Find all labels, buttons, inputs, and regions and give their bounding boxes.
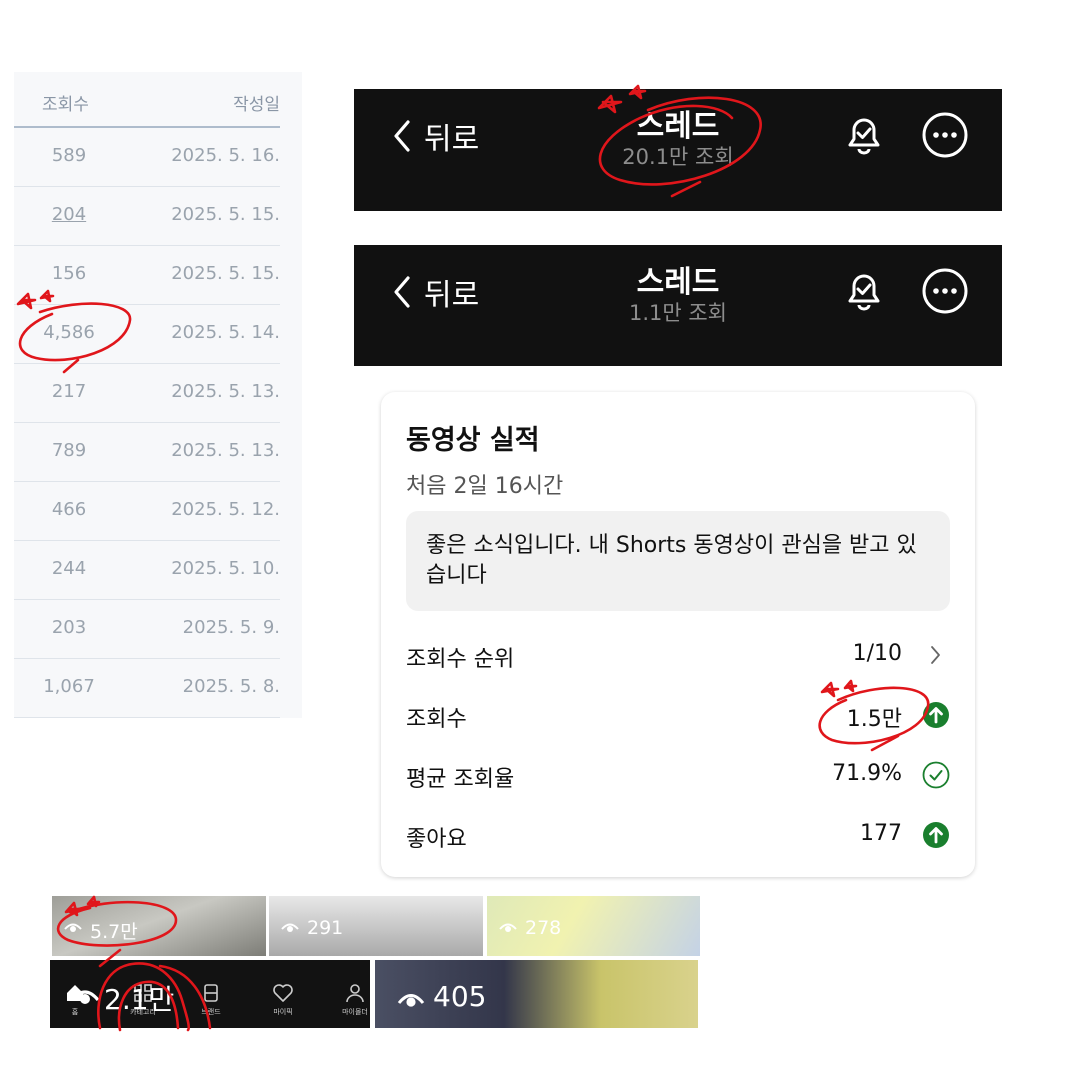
metric-label: 좋아요	[406, 827, 467, 852]
brand-icon	[204, 984, 218, 1002]
video-thumbnail[interactable]: 278	[487, 896, 700, 956]
header-view-count: 20.1만 조회	[622, 145, 734, 169]
view-count: 5.7만	[90, 921, 138, 943]
view-count: 291	[307, 917, 344, 939]
eye-icon	[499, 923, 517, 932]
date-column-header: 작성일	[233, 95, 280, 115]
thread-header-bar: 뒤로 스레드 1.1만 조회	[354, 245, 1002, 366]
date-cell: 2025. 5. 10.	[171, 558, 280, 579]
notice-box: 좋은 소식입니다. 내 Shorts 동영상이 관심을 받고 있습니다	[406, 511, 950, 611]
view-count: 278	[525, 917, 562, 939]
arrow-up-circle-icon	[923, 822, 949, 848]
header-view-count: 1.1만 조회	[628, 301, 728, 325]
thread-header-bar: 뒤로 스레드 20.1만 조회	[354, 89, 1002, 211]
heart-icon	[273, 984, 293, 1002]
metric-value: 71.9%	[832, 761, 902, 786]
chevron-right-icon	[931, 646, 940, 664]
views-cell: 1,067	[43, 676, 95, 697]
views-cell: 466	[51, 499, 87, 520]
date-cell: 2025. 5. 15.	[171, 263, 280, 284]
bell-check-icon[interactable]	[842, 269, 886, 313]
views-cell: 244	[51, 558, 87, 579]
header-title: 스레드	[636, 109, 720, 144]
metric-value: 1/10	[852, 641, 902, 666]
metric-label: 조회수	[406, 707, 467, 732]
view-count: 2.1만	[104, 983, 175, 1016]
metric-row-likes: 좋아요 177	[406, 815, 950, 855]
metric-label: 조회수 순위	[406, 647, 515, 672]
video-thumbnail[interactable]: 291	[269, 896, 483, 956]
table-row: 217 2025. 5. 13.	[14, 364, 280, 423]
metric-row-view-rank[interactable]: 조회수 순위 1/10	[406, 635, 950, 675]
header-title: 스레드	[636, 265, 720, 300]
table-row: 203 2025. 5. 9.	[14, 600, 280, 659]
table-row: 244 2025. 5. 10.	[14, 541, 280, 600]
metric-row-views: 조회수 1.5만	[406, 695, 950, 735]
metric-value: 1.5만	[846, 707, 902, 732]
eye-icon	[64, 923, 82, 932]
table-row: 1,067 2025. 5. 8.	[14, 659, 280, 718]
views-cell: 156	[51, 263, 87, 284]
person-icon	[346, 984, 364, 1003]
eye-icon	[70, 990, 100, 1004]
date-cell: 2025. 5. 14.	[171, 322, 280, 343]
date-cell: 2025. 5. 15.	[171, 204, 280, 225]
video-thumbnail[interactable]: 405	[375, 960, 698, 1028]
date-cell: 2025. 5. 9.	[182, 617, 280, 638]
table-header: 조회수 작성일	[14, 72, 280, 128]
view-count: 405	[433, 980, 487, 1013]
metric-row-avg-view-rate: 평균 조회율 71.9%	[406, 755, 950, 795]
table-row: 204 2025. 5. 15.	[14, 187, 280, 246]
date-cell: 2025. 5. 13.	[171, 440, 280, 461]
video-thumbnail[interactable]: 홈 카테고리 브랜드 마이픽 마이몰더 2.1만	[50, 960, 370, 1028]
more-options-icon[interactable]	[921, 111, 969, 159]
table-row: 789 2025. 5. 13.	[14, 423, 280, 482]
metric-label: 평균 조회율	[406, 767, 515, 792]
eye-icon	[281, 923, 299, 932]
views-cell: 203	[51, 617, 87, 638]
notice-text: 좋은 소식입니다. 내 Shorts 동영상이 관심을 받고 있습니다	[426, 533, 917, 588]
nav-item-mymall[interactable]: 마이몰더	[330, 982, 370, 1017]
check-circle-icon	[922, 761, 950, 789]
table-row: 589 2025. 5. 16.	[14, 128, 280, 187]
views-column-header: 조회수	[42, 95, 89, 115]
bell-check-icon[interactable]	[842, 113, 886, 157]
more-options-icon[interactable]	[921, 267, 969, 315]
nav-label: 마이몰더	[342, 1008, 368, 1016]
metric-value: 177	[860, 821, 902, 846]
views-cell: 4,586	[43, 322, 95, 343]
nav-label: 마이픽	[273, 1008, 293, 1016]
views-cell: 217	[51, 381, 87, 402]
nav-item-brand[interactable]: 브랜드	[186, 982, 236, 1017]
video-thumbnail[interactable]: 5.7만	[52, 896, 266, 956]
table-row: 156 2025. 5. 15.	[14, 246, 280, 305]
table-row: 466 2025. 5. 12.	[14, 482, 280, 541]
period-label: 처음 2일 16시간	[406, 474, 564, 499]
views-cell: 589	[51, 145, 87, 166]
date-cell: 2025. 5. 16.	[171, 145, 280, 166]
date-cell: 2025. 5. 13.	[171, 381, 280, 402]
nav-item-mypick[interactable]: 마이픽	[258, 982, 308, 1017]
nav-label: 홈	[71, 1008, 79, 1016]
video-performance-card: 동영상 실적 처음 2일 16시간 좋은 소식입니다. 내 Shorts 동영상…	[381, 392, 975, 877]
nav-label: 브랜드	[201, 1008, 221, 1016]
date-cell: 2025. 5. 8.	[182, 676, 280, 697]
arrow-up-circle-icon	[923, 702, 949, 728]
views-cell[interactable]: 204	[14, 204, 124, 225]
card-title: 동영상 실적	[406, 425, 540, 456]
table-row: 4,586 2025. 5. 14.	[14, 305, 280, 364]
date-cell: 2025. 5. 12.	[171, 499, 280, 520]
views-table: 조회수 작성일 589 2025. 5. 16. 204 2025. 5. 15. …	[14, 72, 302, 718]
views-cell: 789	[51, 440, 87, 461]
eye-icon	[397, 994, 425, 1007]
